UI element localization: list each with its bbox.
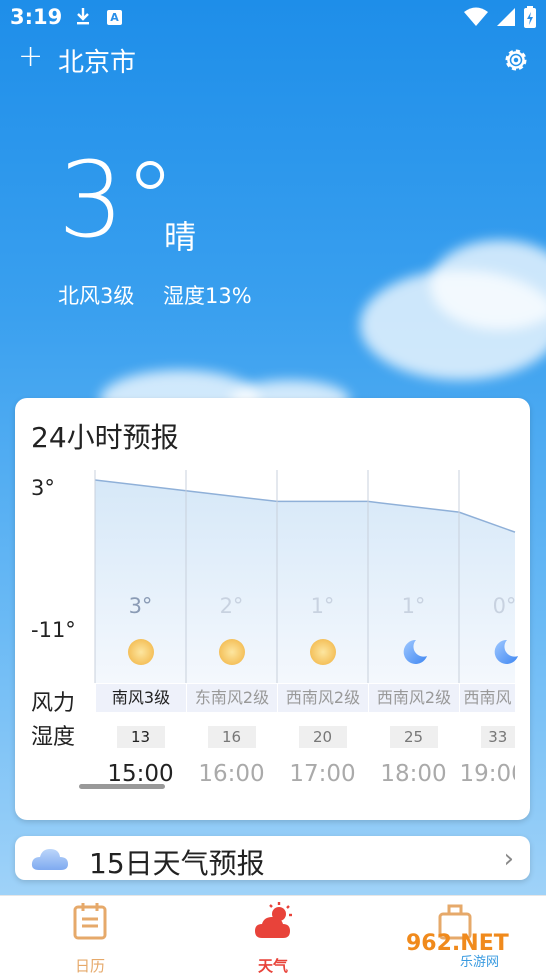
hour-temp-label: 1° [310,594,335,618]
moon-icon [403,639,427,664]
current-temperature: 3° [58,139,177,261]
hour-time-label[interactable]: 18:00 [369,761,459,787]
hour-wind: 东南风2级 [187,684,277,712]
hour-humidity: 20 [298,726,347,748]
hour-temp-label: 1° [401,594,426,618]
gear-icon[interactable] [502,46,530,74]
sun-icon [218,639,245,665]
hour-time-label[interactable]: 17:00 [278,761,368,787]
hour-humidity: 13 [116,726,165,748]
watermark-brand: 962.NET [406,931,509,956]
forecast-15-label: 15日天气预报 [89,847,265,880]
status-bar: 3:19 A [0,0,546,36]
nav-weather[interactable]: 天气 [223,902,323,975]
wifi-icon [464,7,488,26]
hour-time-label[interactable]: 16:00 [187,761,277,787]
nav-calendar[interactable]: 日历 [40,902,140,975]
nav-calendar-label: 日历 [74,957,105,975]
current-humidity: 湿度13% [163,284,252,308]
watermark-logo: 962.NET 乐游网 [406,931,509,968]
hour-humidity: 16 [207,726,256,748]
a-icon: A [107,10,122,25]
top-bar: + 北京市 [0,38,546,82]
hourly-forecast-card: 24小时预报 3° -11° 风力 湿度 3° 南风3级 13 15:00 2° 东南风2… [15,398,530,820]
hour-temp-label: 2° [219,594,244,618]
calendar-icon [73,903,107,940]
battery-icon [524,6,536,28]
cloud-icon [31,849,68,870]
selected-hour-indicator [79,784,165,789]
add-city-button[interactable]: + [18,40,43,74]
sun-icon [309,639,336,665]
hour-wind: 西南风 [460,684,515,712]
hour-temp-label: 3° [128,594,153,618]
signal-icon [497,8,515,26]
city-name[interactable]: 北京市 [58,42,136,79]
temperature-area [95,480,515,683]
hour-humidity: 25 [389,726,438,748]
forecast-15-day-button[interactable]: 15日天气预报 › [15,836,530,880]
current-wind: 北风3级 [58,284,135,308]
status-time: 3:19 [10,5,63,29]
hour-wind: 西南风2级 [369,684,459,712]
hour-wind: 西南风2级 [278,684,368,712]
hour-humidity: 33 [480,726,515,748]
weather-icon [255,902,292,938]
sun-icon [127,639,154,665]
nav-weather-label: 天气 [257,957,288,975]
download-icon [74,6,92,31]
watermark-sub: 乐游网 [460,955,499,968]
hour-time-label[interactable]: 19:00 [460,761,516,787]
current-condition: 晴 [164,218,197,256]
chevron-right-icon: › [503,844,514,874]
hour-wind: 南风3级 [96,684,186,712]
moon-icon [494,639,518,664]
hour-temp-label: 0° [492,594,517,618]
